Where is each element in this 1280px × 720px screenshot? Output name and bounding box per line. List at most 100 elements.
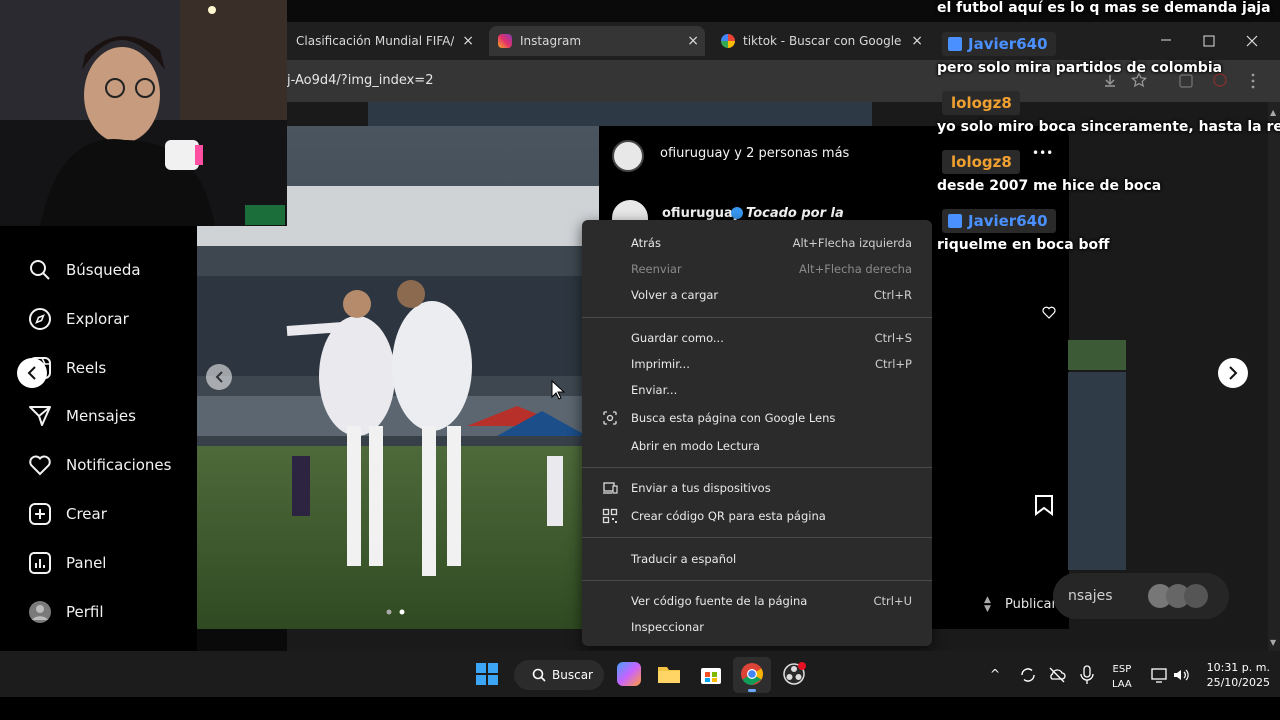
tab-google[interactable]: tiktok - Buscar con Google ×	[713, 26, 929, 56]
menu-item-traducir-a-espanol[interactable]: Traducir a español	[582, 547, 932, 571]
chat-username: lologz8	[951, 153, 1012, 171]
url-field[interactable]: j-Ao9d4/?img_index=2	[287, 73, 433, 88]
menu-item-label: Volver a cargar	[631, 288, 719, 302]
menu-item-label: Abrir en modo Lectura	[631, 439, 760, 453]
chat-username-badge[interactable]: Javier640	[942, 32, 1056, 56]
menu-item-enviar-a-tus-dispositivos[interactable]: Enviar a tus dispositivos	[582, 476, 932, 500]
chat-username: Javier640	[968, 212, 1048, 230]
chrome-icon	[741, 663, 763, 685]
message-avatars	[1148, 584, 1210, 608]
menu-item-shortcut: Alt+Flecha derecha	[799, 262, 912, 276]
chat-username-badge[interactable]: Javier640	[942, 209, 1056, 233]
obs-icon[interactable]	[782, 662, 806, 686]
menu-item-enviar[interactable]: Enviar...	[582, 378, 932, 402]
tab-instagram[interactable]: Instagram ×	[489, 26, 705, 56]
backdrop-photo-strip	[368, 102, 872, 126]
menu-item-inspeccionar[interactable]: Inspeccionar	[582, 615, 932, 639]
menu-item-label: Atrás	[631, 236, 661, 250]
more-options-icon[interactable]: •••	[1032, 146, 1053, 160]
sidebar-item-label: Mensajes	[66, 407, 136, 426]
photo-prev-button[interactable]	[206, 364, 232, 390]
microsoft-store-icon[interactable]	[699, 662, 723, 686]
chat-username: Javier640	[968, 35, 1048, 53]
menu-item-label: Imprimir...	[631, 357, 690, 371]
like-comment-heart-icon[interactable]	[1042, 306, 1056, 319]
bg-thumbnail	[1068, 340, 1126, 370]
menu-item-abrir-en-modo-lectura[interactable]: Abrir en modo Lectura	[582, 434, 932, 458]
screen: Clasificación Mundial FIFA/Coc × Instagr…	[0, 0, 1280, 720]
sidebar-item-panel[interactable]: Panel	[28, 551, 106, 575]
chat-username: lologz8	[951, 94, 1012, 112]
context-menu: Atrás Alt+Flecha izquierda Reenviar Alt+Fle…	[582, 220, 932, 646]
scroll-up-icon[interactable]: ▲	[1270, 108, 1276, 117]
sidebar-item-crear[interactable]: Crear	[28, 502, 107, 526]
menu-separator	[582, 580, 932, 581]
emoji-sort-icon[interactable]: ▲ ▼	[984, 596, 994, 614]
bookmark-icon[interactable]	[1034, 494, 1054, 516]
maximize-icon[interactable]	[1203, 35, 1215, 47]
menu-item-volver-a-cargar[interactable]: Volver a cargar Ctrl+R	[582, 283, 932, 307]
menu-item-crear-codigo-qr-para-esta-pagina[interactable]: Crear código QR para esta página	[582, 504, 932, 528]
close-icon[interactable]: ×	[462, 33, 474, 49]
menu-item-shortcut: Ctrl+P	[874, 357, 912, 371]
clock[interactable]: 10:31 p. m. 25/10/2025	[1198, 660, 1270, 690]
chart-icon	[29, 551, 51, 574]
input-language[interactable]: ESP LAA	[1112, 662, 1132, 692]
minimize-icon[interactable]	[1160, 34, 1172, 46]
post-author[interactable]: ofiuruguay	[662, 206, 741, 221]
mouse-cursor	[551, 380, 565, 400]
sidebar-item-explorar[interactable]: Explorar	[28, 307, 129, 331]
tab-title: tiktok - Buscar con Google	[743, 34, 902, 48]
post-header[interactable]: ofiuruguay y 2 personas más	[660, 146, 849, 161]
chat-username-badge[interactable]: lologz8	[942, 150, 1020, 174]
menu-item-imprimir[interactable]: Imprimir... Ctrl+P	[582, 352, 932, 376]
microphone-icon[interactable]	[1080, 665, 1094, 685]
tab-fifa[interactable]: Clasificación Mundial FIFA/Coc ×	[290, 26, 480, 56]
copilot-icon[interactable]	[617, 662, 641, 686]
chat-username-badge[interactable]: lologz8	[942, 91, 1020, 115]
avatar[interactable]	[612, 140, 644, 172]
file-explorer-icon[interactable]	[657, 662, 681, 686]
plus-square-icon	[29, 503, 51, 525]
sidebar-item-perfil[interactable]: Perfil	[28, 600, 104, 624]
windows-start-icon[interactable]	[475, 662, 499, 686]
network-icon[interactable]	[1150, 666, 1168, 684]
qr-code-icon	[602, 508, 618, 524]
menu-separator	[582, 467, 932, 468]
close-window-icon[interactable]	[1246, 35, 1258, 47]
menu-item-label: Inspeccionar	[631, 620, 704, 634]
previous-post-button[interactable]	[17, 358, 47, 388]
next-post-button[interactable]	[1218, 358, 1248, 388]
cloud-off-icon[interactable]	[1048, 666, 1066, 684]
instagram-icon	[498, 34, 512, 48]
volume-icon[interactable]	[1172, 666, 1190, 684]
menu-item-label: Enviar a tus dispositivos	[631, 481, 771, 495]
show-hidden-icons-icon[interactable]: ^	[990, 667, 1000, 681]
menu-item-shortcut: Ctrl+R	[873, 288, 912, 302]
menu-item-label: Guardar como...	[631, 331, 724, 345]
menu-item-label: Crear código QR para esta página	[631, 509, 826, 523]
close-icon[interactable]: ×	[687, 33, 699, 49]
sidebar-item-mensajes[interactable]: Mensajes	[28, 404, 136, 428]
menu-item-atras[interactable]: Atrás Alt+Flecha izquierda	[582, 231, 932, 255]
sidebar-item-busqueda[interactable]: Búsqueda	[28, 258, 141, 282]
menu-item-label: Reenviar	[631, 262, 682, 276]
close-icon[interactable]: ×	[911, 33, 923, 49]
screen-letterbox	[0, 697, 1280, 720]
scroll-down-icon[interactable]: ▼	[1270, 638, 1276, 647]
devices-icon	[603, 482, 618, 494]
menu-item-guardar-como[interactable]: Guardar como... Ctrl+S	[582, 326, 932, 350]
kebab-menu-icon[interactable]	[1248, 72, 1258, 90]
menu-item-busca-esta-pagina-con-google-lens[interactable]: Busca esta página con Google Lens	[582, 406, 932, 430]
menu-item-ver-codigo-fuente-de-la-pagina[interactable]: Ver código fuente de la página Ctrl+U	[582, 589, 932, 613]
compass-icon	[29, 307, 51, 330]
page-scrollbar[interactable]	[1268, 102, 1280, 651]
menu-item-shortcut: Alt+Flecha izquierda	[792, 236, 912, 250]
sidebar-item-label: Explorar	[66, 309, 129, 328]
publish-button[interactable]: Publicar	[1005, 597, 1057, 612]
chat-message: riquelme en boca boff	[937, 237, 1110, 253]
sidebar-item-notificaciones[interactable]: Notificaciones	[28, 453, 171, 477]
sync-icon[interactable]	[1019, 666, 1037, 684]
keyboard-layout: LAA	[1112, 679, 1132, 690]
taskbar-search[interactable]: Buscar	[514, 660, 604, 690]
